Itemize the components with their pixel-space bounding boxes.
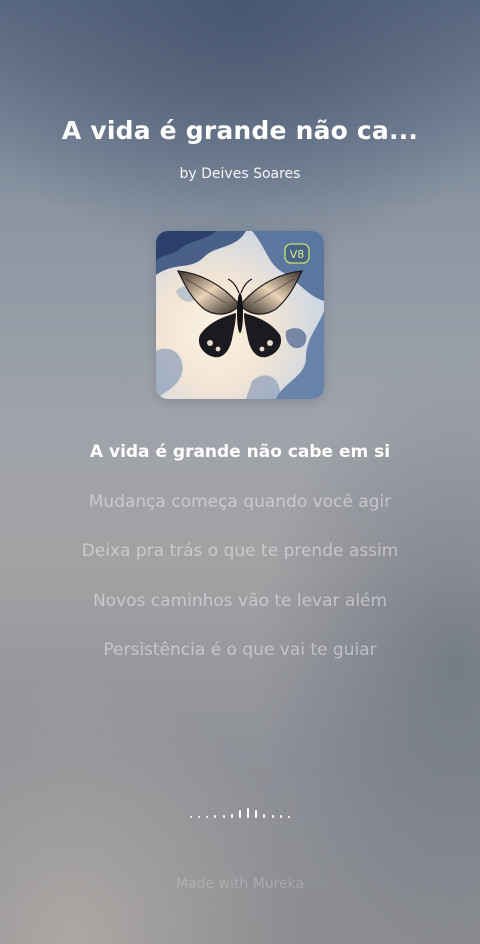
waveform-bar: [287, 816, 290, 818]
waveform-bar: [279, 815, 282, 818]
version-badge: V8: [290, 248, 305, 261]
lyric-line[interactable]: Deixa pra trás o que te prende assim: [0, 537, 480, 587]
lyric-line[interactable]: Mudança começa quando você agir: [0, 488, 480, 538]
lyrics-list: A vida é grande não cabe em si Mudança c…: [0, 438, 480, 686]
butterfly-icon: V8: [156, 231, 324, 399]
player-screen: A vida é grande não ca... by Deives Soar…: [0, 0, 480, 944]
waveform-bar: [214, 815, 217, 818]
made-with-watermark: Made with Mureka: [175, 876, 305, 892]
waveform-bar: [222, 815, 225, 818]
waveform-bar: [271, 815, 274, 818]
audio-waveform-icon: [190, 804, 290, 818]
lyric-line[interactable]: Persistência é o que vai te guiar: [0, 636, 480, 686]
artist-name: by Deives Soares: [179, 166, 301, 182]
waveform-bar: [247, 808, 250, 818]
waveform-bar: [263, 814, 266, 818]
waveform-bar: [190, 816, 192, 818]
waveform-bar: [255, 810, 258, 818]
song-title: A vida é grande não ca...: [61, 116, 419, 145]
waveform-bar: [238, 810, 241, 818]
album-cover[interactable]: V8: [156, 231, 324, 399]
lyric-line-active[interactable]: A vida é grande não cabe em si: [0, 438, 480, 488]
waveform-bar: [198, 816, 201, 818]
waveform-bar: [206, 816, 209, 818]
waveform-bar: [230, 814, 233, 818]
lyric-line[interactable]: Novos caminhos vão te levar além: [0, 587, 480, 637]
